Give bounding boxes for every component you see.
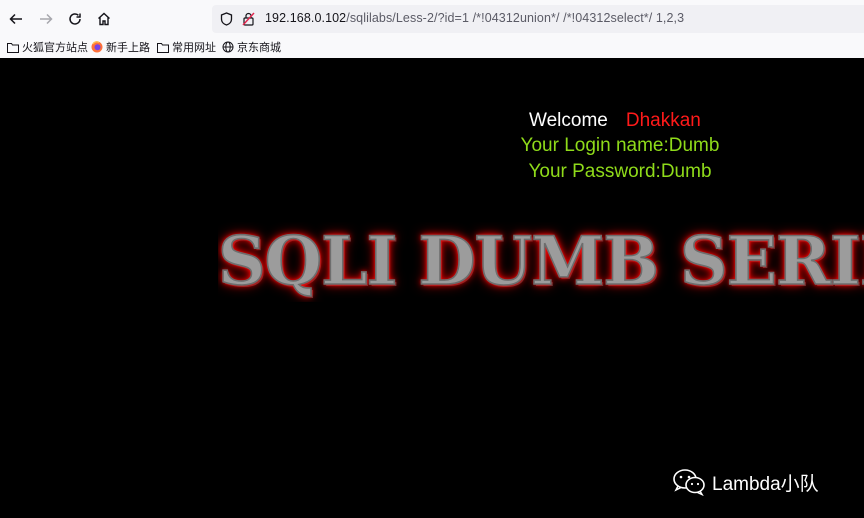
folder-icon <box>7 42 19 53</box>
bookmark-label: 新手上路 <box>106 42 150 54</box>
home-button[interactable] <box>94 9 114 29</box>
back-button[interactable] <box>6 9 26 29</box>
banner-text: SQLI DUMB SERIES <box>218 222 864 301</box>
forward-icon <box>40 13 53 25</box>
url-path: /sqlilabs/Less-2/?id=1 /*!04312union*/ /… <box>346 11 685 25</box>
reload-icon <box>69 13 81 25</box>
page-content: Welcome Dhakkan Your Login name:Dumb Your… <box>0 58 864 518</box>
bookmark-jd-mall[interactable]: 京东商城 <box>222 39 281 55</box>
bookmark-common-sites[interactable]: 常用网址 <box>157 39 216 55</box>
address-bar[interactable]: 192.168.0.102/sqlilabs/Less-2/?id=1 /*!0… <box>212 5 864 33</box>
sqli-dumb-series-banner: SQLI DUMB SERIES <box>218 222 864 302</box>
welcome-user: Dhakkan <box>625 110 701 131</box>
shield-icon[interactable] <box>220 12 233 26</box>
url-host: 192.168.0.102 <box>265 11 347 25</box>
home-icon <box>98 12 110 26</box>
bookmarks-toolbar: 火狐官方站点 新手上路 常用网址 京东商城 <box>0 37 864 57</box>
url-text[interactable]: 192.168.0.102/sqlilabs/Less-2/?id=1 /*!0… <box>265 11 684 25</box>
bookmark-label: 京东商城 <box>237 42 281 54</box>
forward-button[interactable] <box>36 9 56 29</box>
welcome-label: Welcome <box>529 110 608 131</box>
globe-icon <box>222 41 234 53</box>
browser-toolbar: 192.168.0.102/sqlilabs/Less-2/?id=1 /*!0… <box>0 0 864 37</box>
bookmark-label: 火狐官方站点 <box>22 42 88 54</box>
firefox-icon <box>91 41 103 53</box>
watermark-text: Lambda小队 <box>712 473 819 495</box>
browser-chrome: 192.168.0.102/sqlilabs/Less-2/?id=1 /*!0… <box>0 0 864 59</box>
login-name-text: Your Login name:Dumb <box>520 135 720 156</box>
bookmark-label: 常用网址 <box>172 42 216 54</box>
watermark: Lambda小队 <box>672 468 819 496</box>
folder-icon <box>157 42 169 53</box>
bookmark-firefox-official[interactable]: 火狐官方站点 <box>7 39 88 55</box>
back-icon <box>9 13 22 25</box>
bookmark-getting-started[interactable]: 新手上路 <box>91 39 150 55</box>
password-text: Your Password:Dumb <box>528 161 712 182</box>
reload-button[interactable] <box>65 9 85 29</box>
wechat-icon <box>673 469 705 496</box>
welcome-line: Welcome Dhakkan <box>529 110 701 132</box>
insecure-lock-icon[interactable] <box>242 12 255 26</box>
